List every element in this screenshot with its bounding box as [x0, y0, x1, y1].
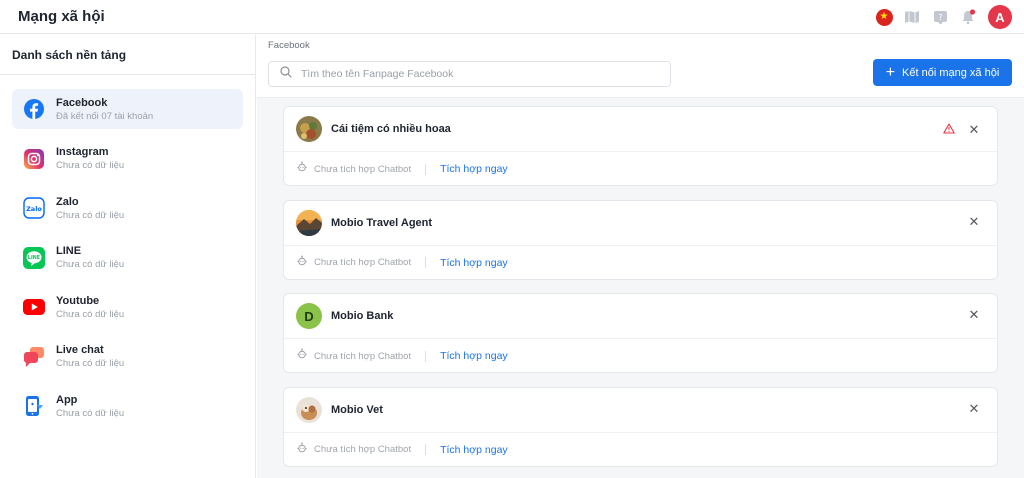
- integrate-now-link[interactable]: Tích hợp ngay: [440, 444, 508, 456]
- svg-text:Zalo: Zalo: [26, 205, 42, 213]
- zalo-icon: Zalo: [22, 196, 46, 220]
- sidebar-item-status: Đã kết nối 07 tài khoản: [56, 110, 154, 122]
- page-name: Mobio Travel Agent: [331, 216, 433, 229]
- platform-sidebar: Danh sách nền tảng Facebook Đã kết nối 0…: [0, 35, 256, 478]
- sidebar-item-label: Youtube: [56, 294, 100, 307]
- chatbot-status: Chưa tích hợp Chatbot: [314, 163, 412, 175]
- svg-text:?: ?: [938, 13, 942, 22]
- sidebar-item-zalo[interactable]: Zalo Zalo Chưa có dữ liệu: [12, 188, 243, 228]
- fanpage-card: D Mobio Bank ✕ Chưa tích hợp Chatbot Tíc…: [283, 293, 998, 373]
- page-name: Mobio Bank: [331, 310, 394, 322]
- sidebar-item-status: Chưa có dữ liệu: [56, 259, 125, 270]
- sidebar-item-status: Chưa có dữ liệu: [56, 358, 125, 369]
- divider: [425, 350, 427, 362]
- sidebar-item-status: Chưa có dữ liệu: [56, 407, 125, 419]
- page-name: Mobio Vet: [331, 403, 383, 416]
- connect-social-button[interactable]: + Kết nối mạng xã hội: [873, 59, 1012, 86]
- instagram-icon: [22, 147, 46, 171]
- divider: [425, 257, 427, 268]
- breadcrumb[interactable]: Facebook: [257, 35, 1024, 56]
- chatbot-icon: [296, 347, 308, 365]
- sidebar-item-label: LINE: [56, 245, 82, 257]
- app-icon: [22, 394, 46, 418]
- page-avatar: [296, 116, 322, 142]
- close-icon[interactable]: ✕: [967, 214, 981, 229]
- divider: [425, 163, 427, 175]
- svg-text:LINE: LINE: [28, 255, 40, 261]
- plus-icon: +: [885, 63, 896, 81]
- help-icon[interactable]: ?: [926, 4, 954, 30]
- sidebar-item-label: App: [56, 393, 78, 406]
- user-avatar[interactable]: A: [988, 5, 1012, 29]
- page-name: Cái tiệm có nhiều hoaa: [331, 123, 451, 135]
- sidebar-item-instagram[interactable]: Instagram Chưa có dữ liệu: [12, 139, 243, 179]
- sidebar-item-label: Zalo: [56, 195, 79, 208]
- sidebar-item-label: Instagram: [56, 146, 109, 158]
- chatbot-status: Chưa tích hợp Chatbot: [314, 350, 412, 362]
- sidebar-item-status: Chưa có dữ liệu: [56, 308, 125, 320]
- fanpage-card: Mobio Travel Agent ✕ Chưa tích hợp Chatb…: [283, 199, 998, 280]
- map-book-icon[interactable]: [898, 4, 926, 30]
- search-icon: [280, 65, 292, 83]
- chatbot-status: Chưa tích hợp Chatbot: [314, 444, 412, 455]
- close-icon[interactable]: ✕: [967, 122, 981, 137]
- integrate-now-link[interactable]: Tích hợp ngay: [440, 257, 508, 269]
- page-title: Mạng xã hội: [18, 8, 105, 25]
- search-input[interactable]: Tìm theo tên Fanpage Facebook: [268, 61, 671, 87]
- live-chat-icon: [22, 345, 46, 369]
- sidebar-item-status: Chưa có dữ liệu: [56, 160, 125, 171]
- main-header: Facebook Tìm theo tên Fanpage Facebook +…: [257, 35, 1024, 98]
- warning-icon[interactable]: [943, 121, 955, 139]
- sidebar-item-line[interactable]: LINE LINE Chưa có dữ liệu: [12, 238, 243, 278]
- sidebar-item-facebook[interactable]: Facebook Đã kết nối 07 tài khoản: [12, 89, 243, 129]
- divider: [425, 444, 427, 455]
- close-icon[interactable]: ✕: [967, 307, 981, 322]
- sidebar-item-youtube[interactable]: Youtube Chưa có dữ liệu: [12, 287, 243, 327]
- header-actions: ★ ? A: [870, 4, 1012, 30]
- connect-button-label: Kết nối mạng xã hội: [902, 66, 1000, 79]
- notification-bell-icon[interactable]: [954, 4, 982, 30]
- main-panel: Facebook Tìm theo tên Fanpage Facebook +…: [257, 35, 1024, 478]
- platform-list: Facebook Đã kết nối 07 tài khoản Instagr…: [0, 75, 255, 426]
- close-icon[interactable]: ✕: [967, 401, 981, 416]
- sidebar-item-app[interactable]: App Chưa có dữ liệu: [12, 386, 243, 426]
- fanpage-list: Cái tiệm có nhiều hoaa ✕ Chưa tích hợp C…: [257, 98, 1024, 467]
- page-avatar: [296, 209, 322, 236]
- integrate-now-link[interactable]: Tích hợp ngay: [440, 163, 508, 175]
- page-avatar: D: [296, 303, 322, 329]
- youtube-icon: [22, 295, 46, 319]
- sidebar-item-status: Chưa có dữ liệu: [56, 209, 125, 221]
- vietnam-flag-icon[interactable]: ★: [870, 4, 898, 30]
- search-placeholder: Tìm theo tên Fanpage Facebook: [301, 68, 454, 80]
- top-bar: Mạng xã hội ★ ? A: [0, 0, 1024, 34]
- sidebar-item-live-chat[interactable]: Live chat Chưa có dữ liệu: [12, 337, 243, 377]
- sidebar-item-label: Facebook: [56, 96, 108, 109]
- integrate-now-link[interactable]: Tích hợp ngay: [440, 350, 508, 362]
- chatbot-status: Chưa tích hợp Chatbot: [314, 257, 412, 268]
- chatbot-icon: [296, 160, 308, 178]
- chatbot-icon: [296, 441, 308, 459]
- sidebar-title: Danh sách nền tảng: [0, 35, 255, 75]
- page-avatar: [296, 396, 322, 423]
- fanpage-card: Mobio Vet ✕ Chưa tích hợp Chatbot Tích h…: [283, 386, 998, 467]
- sidebar-item-label: Live chat: [56, 344, 104, 356]
- line-icon: LINE: [22, 246, 46, 270]
- toolbar: Tìm theo tên Fanpage Facebook + Kết nối …: [257, 56, 1024, 88]
- avatar-letter: D: [304, 308, 314, 324]
- chatbot-icon: [296, 254, 308, 272]
- fanpage-card: Cái tiệm có nhiều hoaa ✕ Chưa tích hợp C…: [283, 106, 998, 186]
- facebook-icon: [22, 97, 46, 121]
